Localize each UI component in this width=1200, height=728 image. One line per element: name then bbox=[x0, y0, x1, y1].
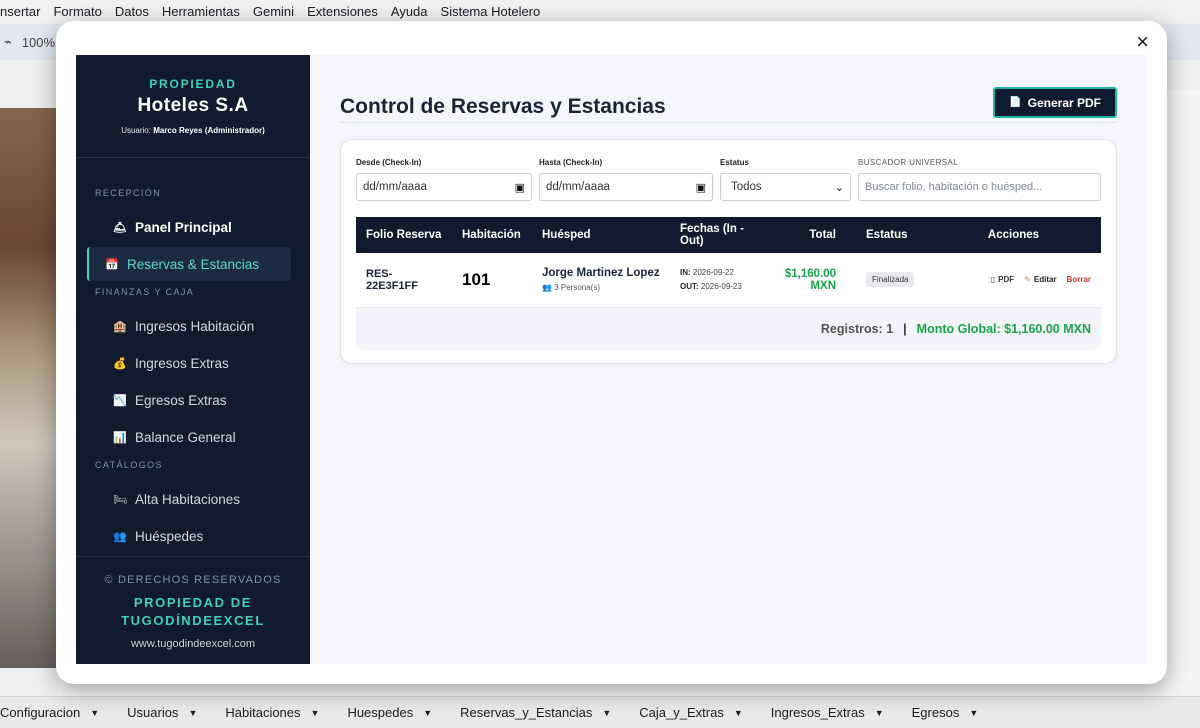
document-icon: ▯ bbox=[990, 275, 996, 285]
brand-block: PROPIEDAD Hoteles S.A Usuario: Marco Rey… bbox=[76, 55, 310, 158]
dialog-modal: × PROPIEDAD Hoteles S.A Usuario: Marco R… bbox=[56, 21, 1167, 684]
sidebar-item-alta-habitaciones[interactable]: 🛏 Alta Habitaciones bbox=[86, 482, 291, 516]
money-bag-icon: 💰 bbox=[113, 357, 127, 370]
col-estatus: Estatus bbox=[866, 229, 908, 241]
bell-icon: 🛎 bbox=[113, 221, 127, 234]
reservations-table: Folio Reserva Habitación Huésped Fechas … bbox=[356, 217, 1101, 308]
sidebar-item-label: Ingresos Habitación bbox=[135, 318, 255, 334]
nav-section-catalogs: CATÁLOGOS bbox=[95, 460, 163, 470]
document-icon: 📄 bbox=[1009, 97, 1022, 108]
table-row: RES-22E3F1FF 101 Jorge Martinez Lopez 👥 … bbox=[356, 253, 1101, 308]
sidebar-item-label: Balance General bbox=[135, 429, 236, 445]
col-total: Total bbox=[809, 229, 836, 241]
status-badge: Finalizada bbox=[866, 272, 915, 288]
calendar-icon[interactable]: ▣ bbox=[515, 181, 525, 194]
people-icon: 👥 bbox=[542, 283, 552, 293]
sidebar-item-huespedes[interactable]: 👥 Huéspedes bbox=[86, 519, 291, 553]
chart-down-icon: 📉 bbox=[113, 394, 127, 407]
table-summary: Registros: 1 | Monto Global: $1,160.00 M… bbox=[356, 307, 1101, 350]
cell-status: Finalizada bbox=[846, 253, 926, 308]
owner-text: PROPIEDAD DE TUGODÍNDEEXCEL bbox=[121, 595, 265, 628]
col-huesped: Huésped bbox=[542, 229, 591, 241]
sidebar-item-egresos-extras[interactable]: 📉 Egresos Extras bbox=[86, 383, 291, 417]
global-amount: Monto Global: $1,160.00 MXN bbox=[916, 321, 1091, 336]
bar-chart-icon: 📊 bbox=[113, 431, 127, 444]
pencil-icon: ✎ bbox=[1024, 275, 1031, 285]
checkout-date: 2026-09-23 bbox=[700, 281, 742, 291]
row-edit-button[interactable]: ✎ Editar bbox=[1024, 275, 1056, 284]
reservations-card: Desde (Check-In) dd/mm/aaaa ▣ Hasta (Che… bbox=[340, 139, 1117, 364]
sidebar-item-panel-principal[interactable]: 🛎 Panel Principal bbox=[86, 210, 291, 244]
checkin-date: 2026-09-22 bbox=[692, 267, 734, 277]
summary-separator: | bbox=[903, 321, 907, 336]
col-fechas: Fechas (In - Out) bbox=[680, 223, 744, 247]
calendar-icon[interactable]: ▣ bbox=[696, 181, 706, 194]
from-label: Desde (Check-In) bbox=[356, 158, 422, 167]
current-user: Usuario: Marco Reyes (Administrador) bbox=[121, 126, 265, 135]
status-label: Estatus bbox=[720, 158, 749, 167]
bed-icon: 🛏 bbox=[113, 493, 127, 506]
table-header-row: Folio Reserva Habitación Huésped Fechas … bbox=[356, 217, 1101, 253]
nav-section-finance: FINANZAS Y CAJA bbox=[95, 287, 195, 297]
generate-pdf-label: Generar PDF bbox=[1027, 95, 1101, 110]
page-title: Control de Reservas y Estancias bbox=[340, 94, 666, 118]
row-pdf-button[interactable]: ▯ PDF bbox=[991, 275, 1014, 284]
close-button[interactable]: × bbox=[1136, 31, 1149, 53]
sidebar-item-ingresos-extras[interactable]: 💰 Ingresos Extras bbox=[86, 346, 291, 380]
filters-row: Desde (Check-In) dd/mm/aaaa ▣ Hasta (Che… bbox=[356, 158, 1101, 201]
row-delete-button[interactable]: Borrar bbox=[1067, 275, 1091, 284]
search-label: BUSCADOR UNIVERSAL bbox=[858, 158, 959, 167]
sidebar-item-label: Reservas & Estancias bbox=[127, 256, 260, 272]
to-label: Hasta (Check-In) bbox=[539, 158, 603, 167]
sidebar-item-balance-general[interactable]: 📊 Balance General bbox=[86, 420, 291, 454]
sidebar-item-label: Alta Habitaciones bbox=[135, 491, 241, 507]
sidebar-item-reservas[interactable]: 📅 Reservas & Estancias bbox=[87, 247, 291, 281]
col-habitacion: Habitación bbox=[462, 229, 521, 241]
sidebar-item-label: Ingresos Extras bbox=[135, 355, 229, 371]
people-icon: 👥 bbox=[113, 530, 127, 543]
chevron-down-icon: ⌄ bbox=[834, 181, 844, 194]
from-date-input[interactable]: dd/mm/aaaa ▣ bbox=[356, 173, 532, 201]
sidebar-item-ingresos-habitacion[interactable]: 🏨 Ingresos Habitación bbox=[86, 309, 291, 343]
filter-from: Desde (Check-In) dd/mm/aaaa ▣ bbox=[356, 158, 532, 201]
search-input[interactable]: Buscar folio, habitación o huésped... bbox=[858, 173, 1101, 201]
sidebar: PROPIEDAD Hoteles S.A Usuario: Marco Rey… bbox=[76, 55, 310, 664]
sidebar-item-label: Egresos Extras bbox=[135, 392, 227, 408]
status-select[interactable]: Todos ⌄ bbox=[720, 173, 851, 201]
cell-actions: ▯ PDF ✎ Editar Borrar bbox=[926, 253, 1101, 308]
calendar-icon: 📅 bbox=[105, 258, 119, 271]
copyright-text: © DERECHOS RESERVADOS bbox=[104, 574, 282, 586]
guest-count: 👥 3 Persona(s) bbox=[542, 283, 600, 293]
cell-total: $1,160.00 MXN bbox=[766, 253, 846, 308]
filter-to: Hasta (Check-In) dd/mm/aaaa ▣ bbox=[539, 158, 713, 201]
main-header: Control de Reservas y Estancias 📄 Genera… bbox=[340, 85, 1117, 123]
hotel-app: PROPIEDAD Hoteles S.A Usuario: Marco Rey… bbox=[76, 55, 1147, 664]
sidebar-nav: RECEPCIÓN 🛎 Panel Principal 📅 Reservas &… bbox=[76, 158, 310, 556]
cell-folio: RES-22E3F1FF bbox=[356, 253, 452, 308]
brand-eyebrow: PROPIEDAD bbox=[149, 77, 237, 91]
filter-search: BUSCADOR UNIVERSAL Buscar folio, habitac… bbox=[858, 158, 1101, 201]
cell-guest: Jorge Martinez Lopez 👥 3 Persona(s) bbox=[532, 253, 670, 308]
col-acciones: Acciones bbox=[987, 229, 1040, 241]
col-folio: Folio Reserva bbox=[366, 229, 442, 241]
guest-name: Jorge Martinez Lopez bbox=[542, 267, 660, 280]
hotel-icon: 🏨 bbox=[113, 320, 127, 333]
to-date-input[interactable]: dd/mm/aaaa ▣ bbox=[539, 173, 713, 201]
sidebar-item-label: Panel Principal bbox=[135, 219, 232, 235]
filter-status: Estatus Todos ⌄ bbox=[720, 158, 851, 201]
cell-room: 101 bbox=[452, 253, 532, 308]
brand-title: Hoteles S.A bbox=[137, 95, 249, 116]
nav-section-reception: RECEPCIÓN bbox=[95, 188, 162, 198]
sidebar-item-label: Huéspedes bbox=[135, 528, 204, 544]
sidebar-footer: © DERECHOS RESERVADOS PROPIEDAD DE TUGOD… bbox=[76, 556, 310, 664]
records-count: Registros: 1 bbox=[820, 321, 894, 336]
main-content: Control de Reservas y Estancias 📄 Genera… bbox=[310, 55, 1147, 664]
cell-dates: IN: 2026-09-22 OUT: 2026-09-23 bbox=[670, 253, 766, 308]
website-link[interactable]: www.tugodindeexcel.com bbox=[84, 638, 302, 650]
generate-pdf-button[interactable]: 📄 Generar PDF bbox=[993, 87, 1117, 118]
